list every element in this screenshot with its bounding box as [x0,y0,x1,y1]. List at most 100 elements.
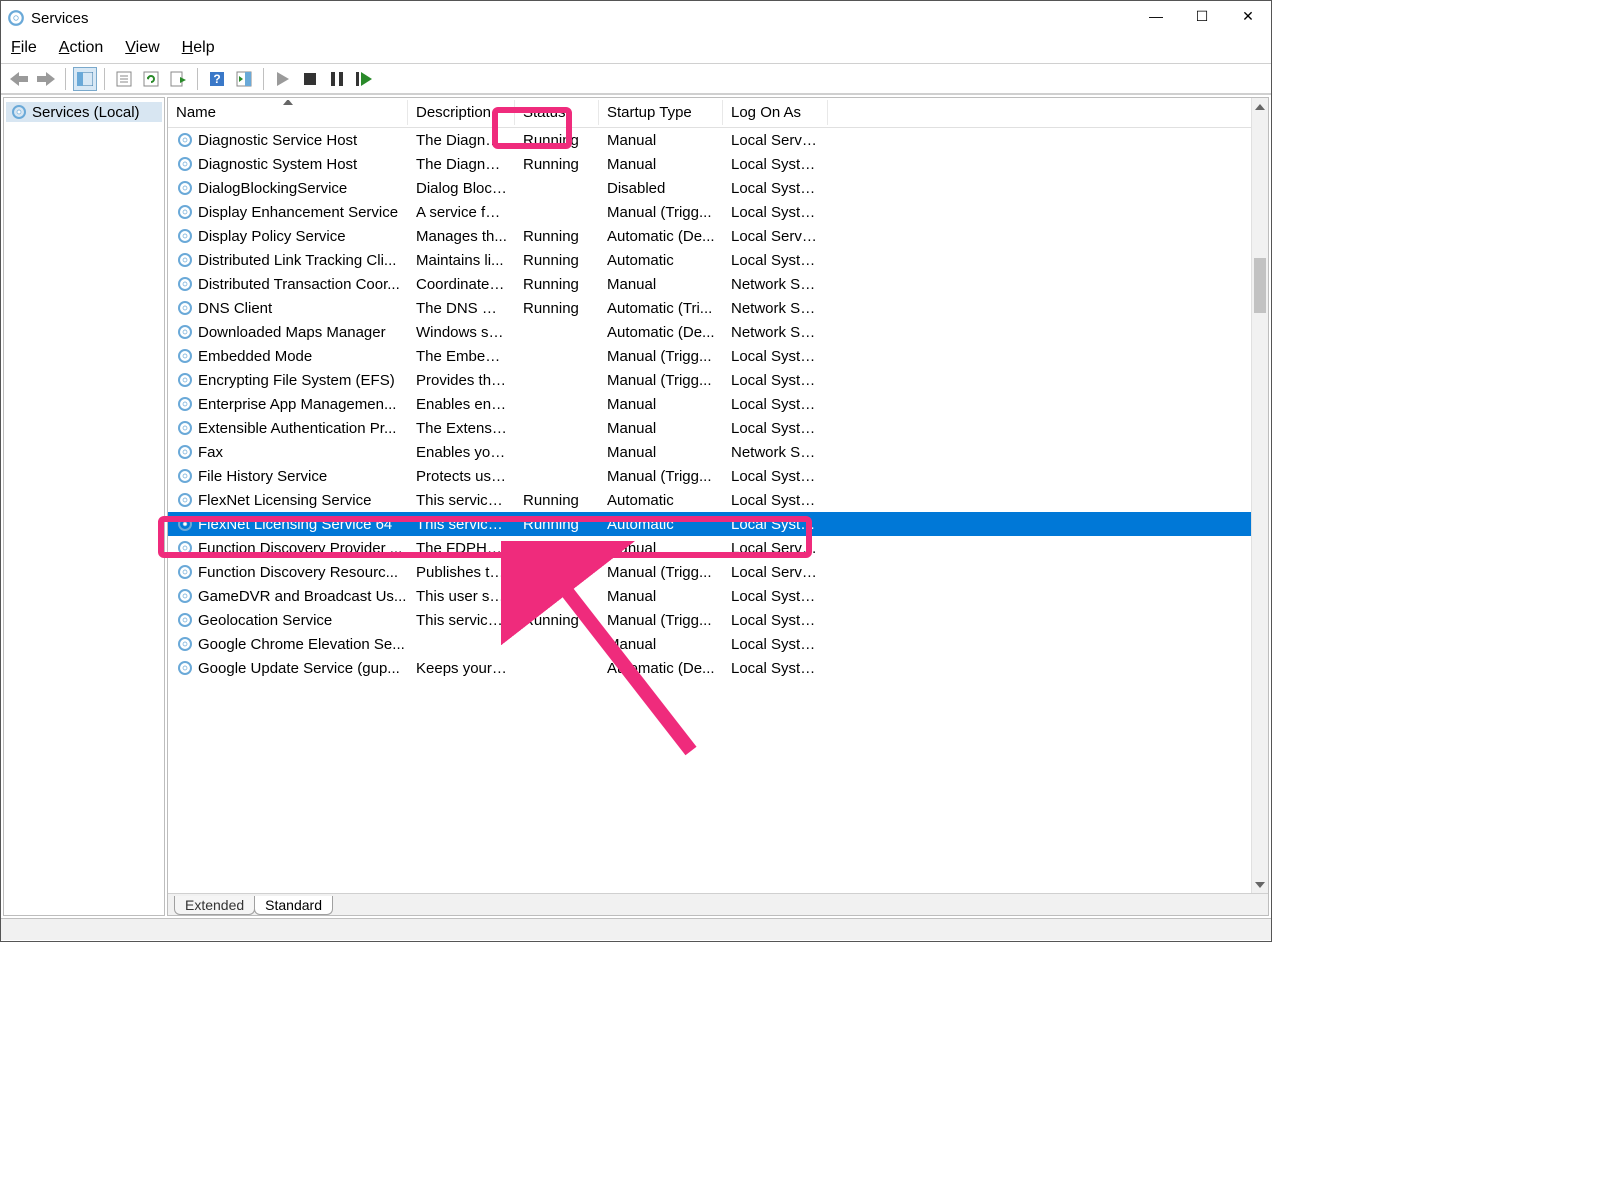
service-row[interactable]: Google Update Service (gup...Keeps your … [168,656,1268,680]
service-startup-type: Manual (Trigg... [599,468,723,485]
service-row[interactable]: FlexNet Licensing ServiceThis service ..… [168,488,1268,512]
service-name: Diagnostic System Host [198,156,357,173]
service-row[interactable]: FaxEnables you ...ManualNetwork Se... [168,440,1268,464]
start-service-button[interactable] [271,67,295,91]
service-name: File History Service [198,468,327,485]
back-button[interactable] [7,67,31,91]
service-description: The Diagnos... [408,156,515,173]
service-row[interactable]: Google Chrome Elevation Se...ManualLocal… [168,632,1268,656]
service-row[interactable]: Downloaded Maps ManagerWindows ser...Aut… [168,320,1268,344]
menu-help[interactable]: Help [182,39,215,57]
service-row[interactable]: Distributed Transaction Coor...Coordinat… [168,272,1268,296]
service-row[interactable]: Display Policy ServiceManages th...Runni… [168,224,1268,248]
service-row[interactable]: Extensible Authentication Pr...The Exten… [168,416,1268,440]
service-row[interactable]: FlexNet Licensing Service 64This service… [168,512,1268,536]
service-row[interactable]: Encrypting File System (EFS)Provides the… [168,368,1268,392]
service-description: Windows ser... [408,324,515,341]
service-logon-as: Local System [723,612,828,629]
service-description: The Embedd... [408,348,515,365]
gear-icon [176,227,194,245]
service-name: Display Policy Service [198,228,346,245]
details-pane: Name Description Status Startup Type Log… [167,97,1269,916]
service-logon-as: Local System [723,396,828,413]
service-row[interactable]: DNS ClientThe DNS Cli...RunningAutomatic… [168,296,1268,320]
export-list-button[interactable] [166,67,190,91]
console-tree[interactable]: Services (Local) [3,97,165,916]
maximize-button[interactable]: ☐ [1179,1,1225,31]
service-row[interactable]: Enterprise App Managemen...Enables ente.… [168,392,1268,416]
pause-service-button[interactable] [325,67,349,91]
service-description: Enables ente... [408,396,515,413]
stop-service-button[interactable] [298,67,322,91]
service-row[interactable]: Geolocation ServiceThis service ...Runni… [168,608,1268,632]
help-button[interactable]: ? [205,67,229,91]
gear-icon [176,323,194,341]
service-name: GameDVR and Broadcast Us... [198,588,406,605]
service-name: FlexNet Licensing Service 64 [198,516,392,533]
show-hide-action-pane-button[interactable] [232,67,256,91]
service-row[interactable]: File History Service Protects user... Manu… [168,464,1268,488]
vertical-scrollbar[interactable] [1251,98,1268,893]
service-status: Running [515,516,599,533]
service-status: Running [515,156,599,173]
service-startup-type: Manual [599,540,723,557]
column-header-description[interactable]: Description [408,100,515,125]
service-list[interactable]: Diagnostic Service HostThe Diagnos...Run… [168,128,1268,680]
svg-text:?: ? [213,72,220,86]
gear-icon [176,395,194,413]
service-description: The Diagnos... [408,132,515,149]
refresh-button[interactable] [139,67,163,91]
service-row[interactable]: Function Discovery Provider ...The FDPHO… [168,536,1268,560]
tab-standard[interactable]: Standard [254,896,333,915]
service-startup-type: Manual [599,132,723,149]
gear-icon [176,539,194,557]
column-header-logon[interactable]: Log On As [723,100,828,125]
restart-service-button[interactable] [352,67,376,91]
gear-icon [176,155,194,173]
menu-file[interactable]: File [11,39,37,57]
close-button[interactable]: ✕ [1225,1,1271,31]
tree-services-local[interactable]: Services (Local) [6,102,162,122]
gear-icon [176,611,194,629]
service-row[interactable]: Diagnostic System Host The Diagnos...Runn… [168,152,1268,176]
service-name: Function Discovery Provider ... [198,540,402,557]
service-logon-as: Local System [723,180,828,197]
toolbar: ? [1,64,1271,94]
service-name: Google Chrome Elevation Se... [198,636,405,653]
column-header-name[interactable]: Name [168,100,408,125]
column-header-startup[interactable]: Startup Type [599,100,723,125]
service-startup-type: Manual (Trigg... [599,348,723,365]
minimize-button[interactable]: — [1133,1,1179,31]
menu-view[interactable]: View [125,39,159,57]
service-description: Dialog Block... [408,180,515,197]
service-description: Protects user... [408,468,515,485]
menubar: File Action View Help [1,35,1271,64]
menu-action[interactable]: Action [59,39,103,57]
service-row[interactable]: DialogBlockingServiceDialog Block...Disa… [168,176,1268,200]
forward-button[interactable] [34,67,58,91]
service-name: FlexNet Licensing Service [198,492,371,509]
show-hide-console-tree-button[interactable] [73,67,97,91]
service-row[interactable]: Distributed Link Tracking Cli...Maintain… [168,248,1268,272]
column-header-status[interactable]: Status [515,100,599,125]
service-row[interactable]: Diagnostic Service HostThe Diagnos...Run… [168,128,1268,152]
service-logon-as: Local System [723,252,828,269]
scroll-up-button[interactable] [1252,98,1268,115]
scroll-down-button[interactable] [1252,876,1268,893]
service-row[interactable]: Embedded ModeThe Embedd...Manual (Trigg.… [168,344,1268,368]
content-area: Services (Local) Name Description Status… [1,94,1271,918]
service-description: Manages th... [408,228,515,245]
properties-button[interactable] [112,67,136,91]
service-startup-type: Automatic (Tri... [599,300,723,317]
gear-icon [176,203,194,221]
service-row[interactable]: GameDVR and Broadcast Us...This user ser… [168,584,1268,608]
tab-extended[interactable]: Extended [174,896,255,915]
service-status: Running [515,612,599,629]
service-row[interactable]: Display Enhancement ServiceA service for… [168,200,1268,224]
scroll-thumb[interactable] [1254,258,1266,313]
view-tabs: Extended Standard [168,893,1268,915]
service-logon-as: Local Service [723,228,828,245]
service-name: Extensible Authentication Pr... [198,420,396,437]
service-row[interactable]: Function Discovery Resourc...Publishes t… [168,560,1268,584]
gear-icon [176,275,194,293]
